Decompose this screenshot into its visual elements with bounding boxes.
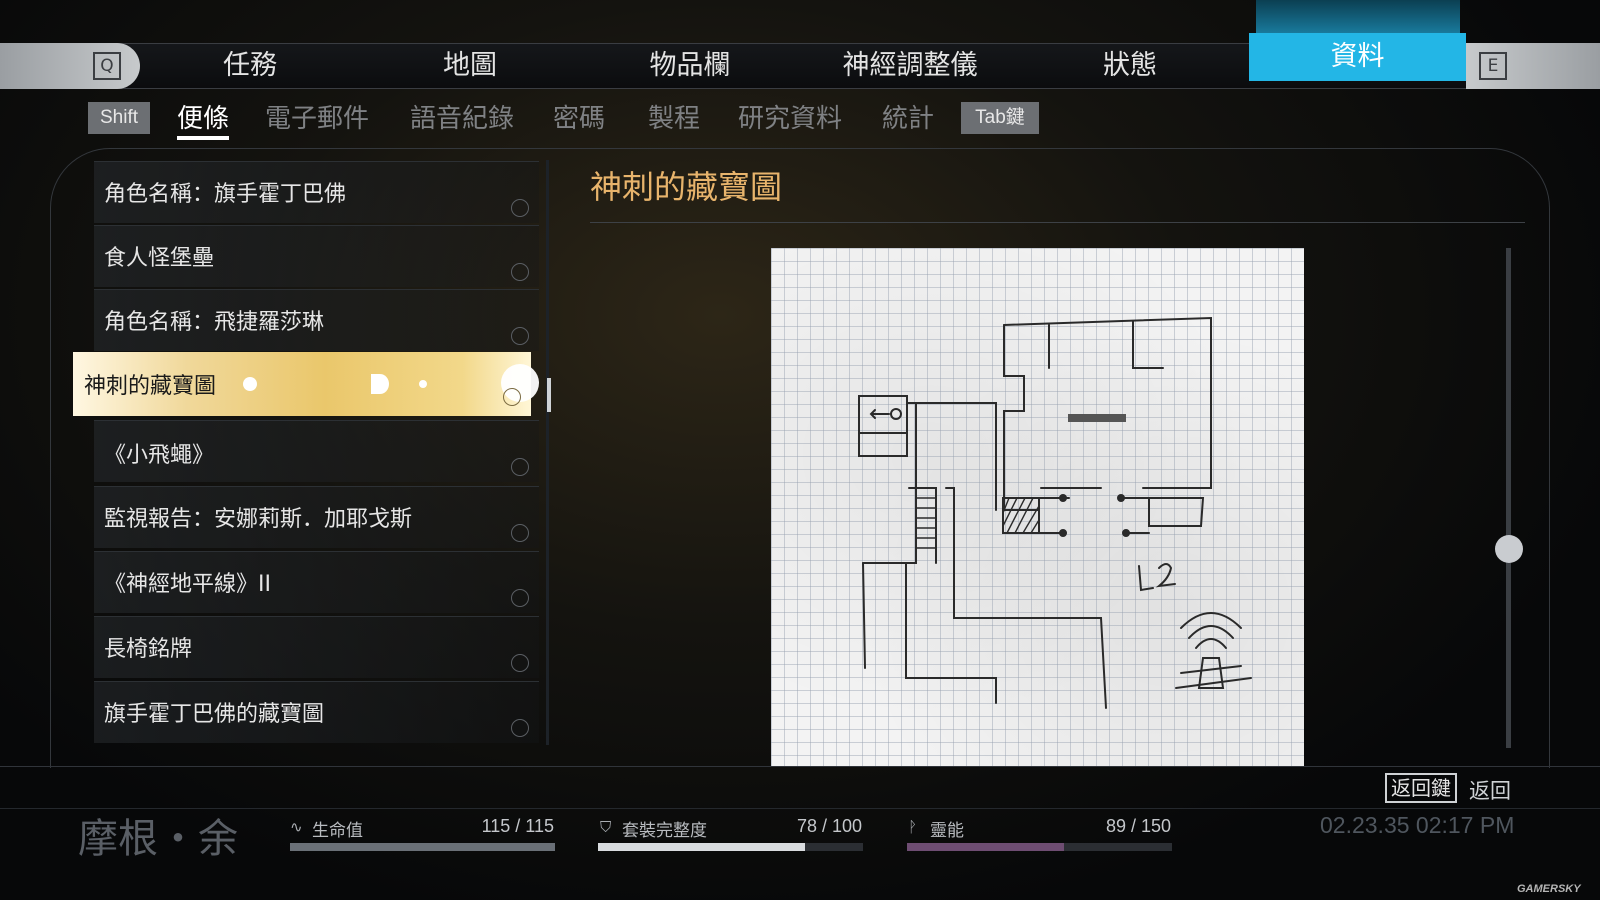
e-key-icon: E [1479, 52, 1507, 80]
list-scrollbar-thumb[interactable] [547, 378, 551, 412]
tab-status[interactable]: 狀態 [1070, 43, 1190, 89]
list-item-label: 神刺的藏寶圖 [84, 374, 217, 399]
read-status-icon [511, 719, 529, 737]
subtab-transcribes[interactable]: 語音紀錄 [410, 100, 514, 140]
title-divider [590, 222, 1525, 223]
health-label: 生命值 [312, 821, 363, 841]
tab-map[interactable]: 地圖 [410, 43, 530, 89]
subtab-recipes[interactable]: 製程 [648, 100, 700, 140]
read-status-icon [511, 589, 529, 607]
q-key-icon: Q [93, 52, 121, 80]
read-status-icon [511, 199, 529, 217]
back-button[interactable]: 返回 [1469, 775, 1511, 805]
read-status-icon [511, 327, 529, 345]
treasure-map-image [771, 248, 1304, 766]
prev-tab-key[interactable]: Q [0, 43, 140, 89]
bottom-divider [0, 808, 1600, 809]
watermark: GAMERSKY [1517, 883, 1581, 895]
psi-icon: ᚹ [908, 818, 918, 836]
list-item-label: 角色名稱：旗手霍丁巴佛 [104, 182, 347, 207]
read-status-icon [511, 654, 529, 672]
character-name: 摩根・余 [78, 816, 238, 862]
list-item[interactable]: 食人怪堡壘 [94, 225, 539, 287]
list-item[interactable]: 旗手霍丁巴佛的藏寶圖 [94, 681, 539, 743]
tab-missions[interactable]: 任務 [190, 43, 310, 89]
list-item-label: 旗手霍丁巴佛的藏寶圖 [104, 702, 325, 727]
list-item-label: 監視報告：安娜莉斯．加耶戈斯 [104, 507, 413, 532]
tab-data[interactable]: 資料 [1249, 33, 1466, 81]
list-item[interactable]: 《神經地平線》II [94, 551, 539, 613]
list-item-selected[interactable]: 神刺的藏寶圖 [73, 352, 539, 416]
list-item-label: 《神經地平線》II [104, 572, 271, 597]
list-item[interactable]: 《小飛蠅》 [94, 420, 539, 482]
tab-inventory[interactable]: 物品欄 [620, 43, 760, 89]
heartbeat-icon: ∿ [290, 818, 303, 836]
list-item-label: 食人怪堡壘 [104, 246, 215, 271]
sparkle-decoration [419, 380, 427, 388]
list-item-label: 長椅銘牌 [104, 637, 193, 662]
health-bar-fill [290, 843, 555, 851]
read-status-icon [511, 263, 529, 281]
subtab-notes[interactable]: 便條 [177, 100, 230, 140]
document-scrollbar-thumb[interactable] [1495, 535, 1523, 563]
sparkle-decoration [371, 374, 389, 394]
psi-bar [907, 843, 1172, 851]
list-item[interactable]: 角色名稱：飛捷羅莎琳 [94, 289, 539, 351]
health-bar [290, 843, 555, 851]
psi-value: 89 / 150 [1105, 816, 1171, 836]
read-status-icon [511, 458, 529, 476]
subtab-research[interactable]: 研究資料 [738, 100, 842, 140]
read-status-icon [511, 524, 529, 542]
active-tab-glow [1256, 0, 1460, 36]
list-item[interactable]: 角色名稱：旗手霍丁巴佛 [94, 161, 539, 223]
psi-bar-fill [907, 843, 1065, 851]
shift-key[interactable]: Shift [88, 102, 150, 134]
tab-key[interactable]: Tab鍵 [961, 102, 1039, 134]
suit-integrity-bar-fill [598, 843, 805, 851]
sparkle-decoration [243, 377, 257, 391]
subtab-stats[interactable]: 統計 [882, 100, 934, 140]
list-item[interactable]: 長椅銘牌 [94, 616, 539, 678]
bottom-divider [0, 766, 1600, 767]
tab-neuromod[interactable]: 神經調整儀 [825, 43, 995, 89]
psi-label: 靈能 [930, 821, 964, 841]
list-item[interactable]: 監視報告：安娜莉斯．加耶戈斯 [94, 486, 539, 548]
back-key-icon[interactable]: 返回鍵 [1385, 773, 1457, 803]
list-item-label: 《小飛蠅》 [104, 443, 215, 468]
subtab-codes[interactable]: 密碼 [553, 100, 605, 140]
list-scrollbar[interactable] [546, 160, 549, 745]
shield-icon: ⛉ [600, 818, 612, 836]
suit-integrity-value: 78 / 100 [796, 816, 862, 836]
next-tab-key[interactable]: E [1466, 43, 1600, 89]
document-title: 神刺的藏寶圖 [590, 168, 783, 206]
document-scrollbar[interactable] [1506, 248, 1511, 748]
subtab-emails[interactable]: 電子郵件 [265, 100, 369, 140]
health-value: 115 / 115 [481, 816, 554, 836]
read-status-icon [503, 388, 521, 406]
list-item-label: 角色名稱：飛捷羅莎琳 [104, 310, 325, 335]
suit-integrity-bar [598, 843, 863, 851]
hand-drawn-map-sketch [858, 316, 1252, 709]
suit-integrity-label: 套裝完整度 [622, 821, 707, 841]
game-clock: 02.23.35 02:17 PM [1320, 812, 1515, 838]
